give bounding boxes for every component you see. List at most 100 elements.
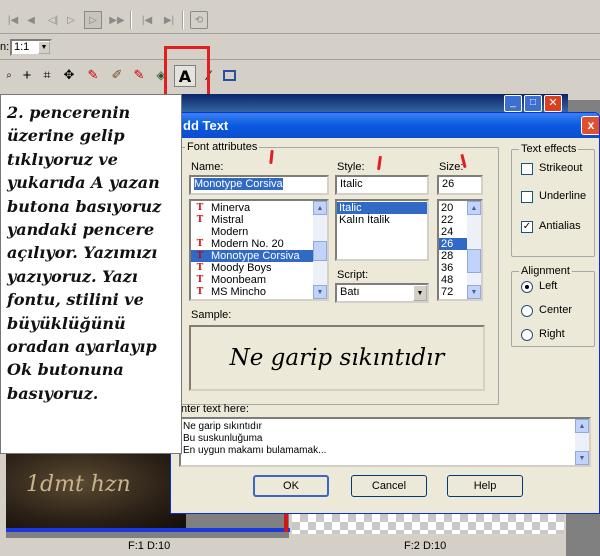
truetype-icon: T — [196, 202, 204, 213]
play-button[interactable]: ▷ — [84, 11, 102, 29]
font-list-item[interactable]: Modern — [191, 226, 313, 238]
zoom-tool-icon[interactable]: ⌕ — [0, 66, 18, 84]
dialog-titlebar: dd Text x — [171, 113, 599, 138]
instruction-text: 2. pencerenin üzerine gelip tıklıyoruz v… — [7, 103, 162, 403]
font-list-item[interactable]: T Monotype Corsiva — [191, 250, 313, 262]
style-list-item[interactable]: Italic — [337, 202, 427, 214]
font-list-items: T Minerva T Mistral Modern T Modern No. 20 T Mon… — [191, 202, 313, 298]
style-input[interactable]: Italic — [335, 175, 429, 195]
cancel-button-label: Cancel — [371, 480, 407, 492]
effect-label: Strikeout — [539, 162, 583, 174]
style-list-item[interactable]: Kalın İtalik — [337, 214, 427, 226]
text-effects-label: Text effects — [519, 143, 579, 155]
effect-checkbox[interactable]: ✓ — [521, 221, 533, 233]
font-list-item[interactable]: T Moonbeam — [191, 274, 313, 286]
close-icon: x — [587, 118, 595, 132]
size-list[interactable]: 20 22 24 26 28 36 48 72 ▲ ▼ — [437, 199, 483, 301]
cancel-button[interactable]: Cancel — [351, 475, 427, 497]
font-list-item[interactable]: T Mistral — [191, 214, 313, 226]
font-attributes-label: Font attributes — [185, 141, 260, 153]
first-frame-button[interactable]: |◀ — [4, 11, 22, 29]
size-list-item[interactable]: 28 — [439, 250, 467, 262]
font-list-item[interactable]: T Modern No. 20 — [191, 238, 313, 250]
script-label: Script: — [337, 269, 369, 281]
eraser-tool-icon[interactable]: ✎ — [130, 66, 148, 84]
background-window-titlebar: s _ □ ✕ — [160, 94, 568, 114]
scroll-thumb[interactable] — [467, 249, 481, 273]
scroll-down-icon[interactable]: ▼ — [575, 451, 589, 465]
script-select[interactable]: Batı ▼ — [335, 283, 429, 303]
style-list[interactable]: Italic Kalın İtalik — [335, 199, 429, 261]
effect-checkbox[interactable] — [521, 191, 533, 203]
close-button[interactable]: ✕ — [544, 95, 562, 112]
font-name-value: Monotype Corsiva — [194, 178, 283, 190]
scroll-thumb[interactable] — [313, 241, 327, 261]
sample-label: Sample: — [191, 309, 232, 321]
dialog-close-button[interactable]: x — [581, 116, 599, 135]
crosshair-tool-icon[interactable]: + — [18, 66, 36, 84]
script-value: Batı — [340, 286, 360, 298]
prev-frame-button[interactable]: ◀ — [22, 11, 40, 29]
sample-text: Ne garip sıkıntıdır — [229, 345, 445, 371]
size-list-item[interactable]: 48 — [439, 274, 467, 286]
step-forward-button[interactable]: ▷ — [62, 11, 80, 29]
alignment-radio[interactable] — [521, 305, 533, 317]
scroll-up-icon[interactable]: ▲ — [313, 201, 327, 215]
scroll-up-icon[interactable]: ▲ — [575, 419, 589, 433]
font-list-item-label: MS Mincho — [211, 286, 267, 298]
size-list-item[interactable]: 26 — [439, 238, 467, 250]
truetype-icon: T — [196, 262, 204, 273]
alignment-label: Alignment — [519, 265, 572, 277]
size-list-scrollbar[interactable]: ▲ ▼ — [467, 201, 481, 299]
ok-button[interactable]: OK — [253, 475, 329, 497]
rectangle-tool-icon[interactable] — [220, 66, 238, 84]
zoom-select[interactable]: 1:1 ▼ — [10, 39, 52, 56]
alignment-radio[interactable] — [521, 281, 533, 293]
loop-button[interactable]: ⟲ — [190, 11, 208, 29]
alignment-label-item: Left — [539, 280, 558, 292]
font-list-item[interactable]: T Minerva — [191, 202, 313, 214]
help-button[interactable]: Help — [447, 475, 523, 497]
prev-marker-button[interactable]: |◀ — [138, 11, 156, 29]
font-list-item[interactable]: T MS Mincho — [191, 286, 313, 298]
size-list-item[interactable]: 22 — [439, 214, 467, 226]
alignment-radio[interactable] — [521, 329, 533, 341]
help-button-label: Help — [473, 480, 497, 492]
size-value: 26 — [442, 178, 455, 190]
effect-checkbox[interactable] — [521, 163, 533, 175]
pen-tool-icon[interactable]: ✎ — [84, 66, 102, 84]
size-list-item[interactable]: 20 — [439, 202, 467, 214]
font-name-list[interactable]: T Minerva T Mistral Modern T Modern No. 20 T Mon… — [189, 199, 329, 301]
font-list-item-label: Modern No. 20 — [211, 238, 284, 250]
truetype-icon: T — [196, 238, 204, 249]
text-entry-scrollbar[interactable]: ▲ ▼ — [575, 419, 589, 465]
text-entry-area[interactable]: Ne garip sıkıntıdır Bu suskunluğuma En uyg… — [179, 417, 591, 467]
text-entry-line: En uygun makamı bulamamak... — [183, 445, 327, 456]
instruction-panel: 2. pencerenin üzerine gelip tıklıyoruz v… — [0, 94, 182, 454]
step-back-button[interactable]: ◁| — [44, 11, 62, 29]
move-tool-icon[interactable]: ✥ — [60, 66, 78, 84]
next-marker-button[interactable]: ▶| — [160, 11, 178, 29]
minimize-button[interactable]: _ — [504, 95, 522, 112]
font-list-item[interactable]: T Moody Boys — [191, 262, 313, 274]
scroll-down-icon[interactable]: ▼ — [313, 285, 327, 299]
alignment-label-item: Center — [539, 304, 573, 316]
toolbar-separator — [130, 11, 132, 29]
scroll-up-icon[interactable]: ▲ — [467, 201, 481, 215]
scroll-down-icon[interactable]: ▼ — [467, 285, 481, 299]
font-name-input[interactable]: Monotype Corsiva — [189, 175, 329, 195]
size-input[interactable]: 26 — [437, 175, 483, 195]
alignment-label-item: Right — [539, 328, 565, 340]
fast-forward-button[interactable]: ▶▶ — [108, 11, 126, 29]
brush-tool-icon[interactable]: ✐ — [108, 66, 126, 84]
truetype-icon: T — [196, 274, 204, 285]
text-tool-highlight — [164, 46, 210, 98]
maximize-button[interactable]: □ — [524, 95, 542, 112]
crop-tool-icon[interactable]: ⌗ — [38, 66, 56, 84]
size-list-item[interactable]: 36 — [439, 262, 467, 274]
size-list-item[interactable]: 72 — [439, 286, 467, 298]
font-list-scrollbar[interactable]: ▲ ▼ — [313, 201, 327, 299]
size-list-item[interactable]: 24 — [439, 226, 467, 238]
font-list-item-label: Mistral — [211, 214, 244, 226]
toolbar-separator — [182, 11, 184, 29]
